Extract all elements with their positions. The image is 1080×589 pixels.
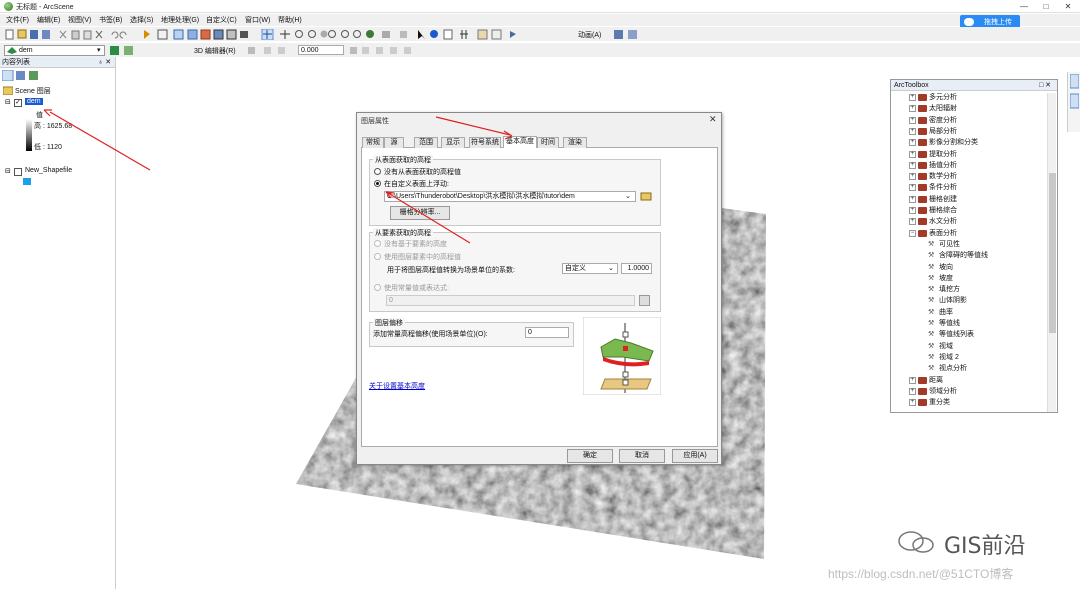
arrow-head-surface [385, 191, 395, 199]
arrow-to-dem-layer [49, 111, 151, 171]
csdn-watermark: https://blog.csdn.net/@51CTO博客 [828, 567, 1014, 581]
arrow-to-custom-surface [387, 192, 471, 244]
watermark-brand: GIS前沿 [944, 534, 1026, 559]
watermark: GIS前沿 [896, 526, 1056, 559]
annotation-arrows [43, 109, 513, 244]
wechat-logo-icon [898, 531, 934, 553]
arrow-to-base-heights-tab [435, 116, 511, 136]
